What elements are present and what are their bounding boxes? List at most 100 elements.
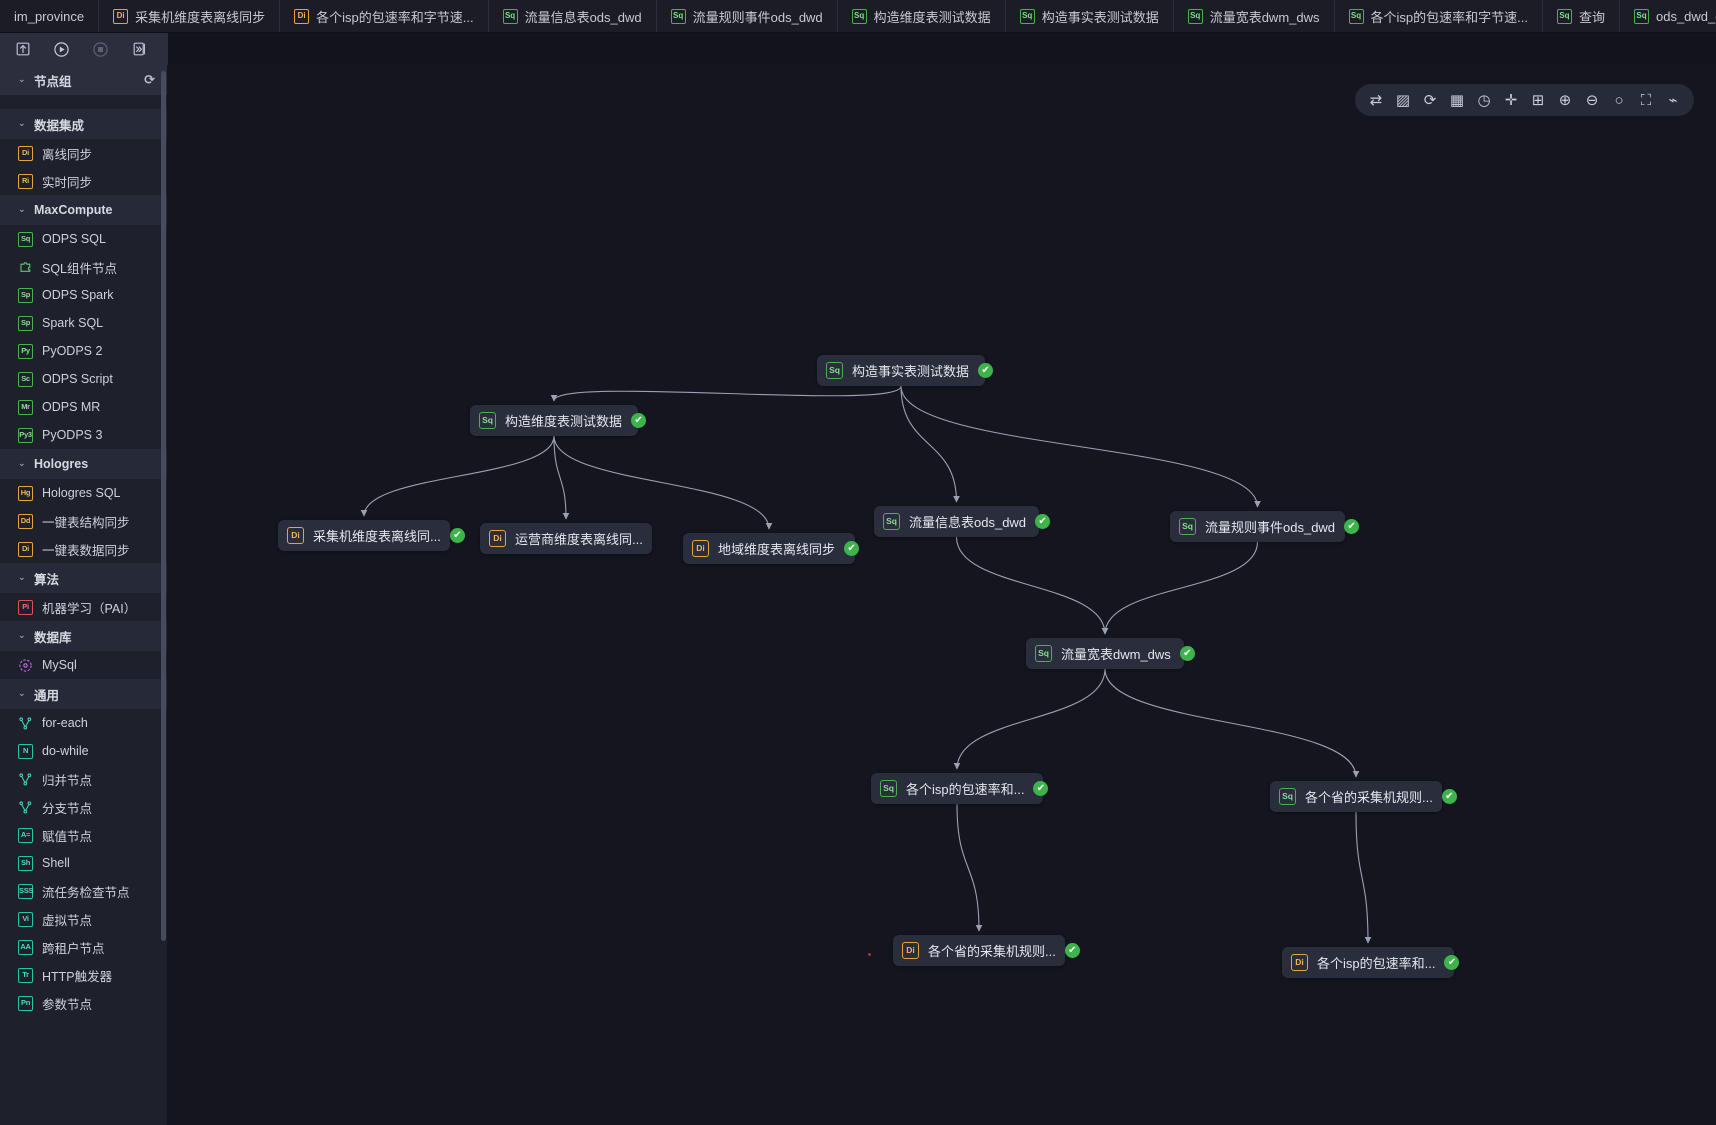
history-icon[interactable]: ◷ bbox=[1473, 89, 1495, 111]
workflow-canvas[interactable]: ⇄ ▨ ⟳ ▦ ◷ ✛ ⊞ ⊕ ⊖ ○ ⛶ ⌁ Sq 构造事实表测试数据 ✔ Sq 构造维度表测试数据 ✔ Di 采… bbox=[168, 65, 1716, 1125]
workflow-node[interactable]: Sq 流量规则事件ods_dwd ✔ bbox=[1170, 511, 1360, 542]
palette-item[interactable]: Di 离线同步 bbox=[0, 139, 167, 167]
status-badge: ✔ bbox=[1344, 519, 1360, 534]
workflow-node[interactable]: Di 地域维度表离线同步 ✔ bbox=[683, 533, 860, 564]
grid-icon[interactable]: ▦ bbox=[1446, 89, 1468, 111]
select-box-icon[interactable]: ▨ bbox=[1392, 89, 1414, 111]
fullscreen-icon[interactable]: ⛶ bbox=[1635, 89, 1657, 111]
node-type-icon: Pi bbox=[18, 599, 33, 615]
editor-tab-label: 构造事实表测试数据 bbox=[1041, 9, 1159, 25]
status-badge: ✔ bbox=[1441, 789, 1457, 804]
editor-tab[interactable]: Di 各个isp的包速率和字节速... bbox=[280, 0, 489, 32]
palette-item[interactable]: Pi 机器学习（PAI） bbox=[0, 593, 167, 621]
palette-item[interactable]: Sp Spark SQL bbox=[0, 309, 167, 337]
editor-tab[interactable]: im_province bbox=[0, 0, 100, 32]
palette-item-label: 机器学习（PAI） bbox=[42, 601, 137, 616]
editor-tab[interactable]: Sq 各个isp的包速率和字节速... bbox=[1335, 0, 1543, 32]
workflow-node[interactable]: Sq 流量信息表ods_dwd ✔ bbox=[874, 506, 1051, 537]
refresh-icon[interactable]: ⟳ bbox=[144, 72, 155, 88]
editor-tab[interactable]: Sq 流量宽表dwm_dws bbox=[1174, 0, 1335, 32]
editor-tab[interactable]: Sq 构造维度表测试数据 bbox=[838, 0, 1006, 32]
workflow-node[interactable]: Di 各个isp的包速率和... ✔ bbox=[1282, 947, 1460, 978]
palette-item[interactable]: Mr ODPS MR bbox=[0, 393, 167, 421]
fit-height-icon[interactable]: ⊞ bbox=[1527, 89, 1549, 111]
chevron-down-icon[interactable]: ⌄ bbox=[18, 118, 26, 129]
center-icon[interactable]: ✛ bbox=[1500, 89, 1522, 111]
run-steps-icon[interactable] bbox=[131, 41, 148, 58]
zoom-in-icon[interactable]: ⊕ bbox=[1554, 89, 1576, 111]
node-type-icon: Sq bbox=[851, 8, 867, 24]
palette-item[interactable]: Sq ODPS SQL bbox=[0, 225, 167, 253]
editor-tab[interactable]: Sq 流量信息表ods_dwd bbox=[489, 0, 657, 32]
workflow-node[interactable]: Sq 各个isp的包速率和... ✔ bbox=[871, 773, 1049, 804]
palette-group-header[interactable]: ⌄ 通用 bbox=[0, 679, 167, 709]
palette-group-title: 数据库 bbox=[34, 630, 72, 645]
workflow-node[interactable]: Sq 各个省的采集机规则... ✔ bbox=[1270, 781, 1457, 812]
editor-tab[interactable]: Sq 查询 bbox=[1543, 0, 1620, 32]
run-icon[interactable] bbox=[53, 41, 70, 58]
chevron-down-icon[interactable]: ⌄ bbox=[18, 688, 26, 699]
submit-icon[interactable] bbox=[14, 41, 31, 58]
chevron-down-icon[interactable]: ⌄ bbox=[18, 458, 26, 469]
palette-item[interactable]: SSS 流任务检查节点 bbox=[0, 877, 167, 905]
palette-item[interactable]: MySql bbox=[0, 651, 167, 679]
editor-tab[interactable]: Sq ods_dwd_dws_ads bbox=[1620, 0, 1716, 32]
palette-group-header[interactable]: ⌄ Hologres bbox=[0, 449, 167, 479]
swap-layout-icon[interactable]: ⇄ bbox=[1365, 89, 1387, 111]
node-type-icon: Di bbox=[1291, 954, 1308, 971]
workflow-node[interactable]: Sq 流量宽表dwm_dws ✔ bbox=[1026, 638, 1195, 669]
palette-item[interactable]: AA 跨租户节点 bbox=[0, 933, 167, 961]
palette-item[interactable]: Sh Shell bbox=[0, 849, 167, 877]
palette-item[interactable]: Tr HTTP触发器 bbox=[0, 961, 167, 989]
palette-item[interactable]: Di 一键表数据同步 bbox=[0, 535, 167, 563]
palette-item[interactable]: Ndo-while bbox=[0, 737, 167, 765]
palette-item[interactable]: Sc ODPS Script bbox=[0, 365, 167, 393]
node-type-icon: Sq bbox=[1633, 8, 1649, 24]
palette-item[interactable]: A= 赋值节点 bbox=[0, 821, 167, 849]
workflow-edge bbox=[953, 668, 1106, 770]
palette-item[interactable]: Pn 参数节点 bbox=[0, 989, 167, 1017]
node-type-icon: Di bbox=[692, 540, 709, 557]
palette-item[interactable]: Hg Hologres SQL bbox=[0, 479, 167, 507]
editor-tab[interactable]: Sq 构造事实表测试数据 bbox=[1006, 0, 1174, 32]
chevron-down-icon[interactable]: ⌄ bbox=[18, 204, 26, 215]
palette-item[interactable]: 归并节点 bbox=[0, 765, 167, 793]
node-type-icon: Mr bbox=[18, 399, 33, 415]
workflow-node-label: 各个isp的包速率和... bbox=[906, 782, 1025, 797]
workflow-node[interactable]: Di 各个省的采集机规则... ✔ bbox=[893, 935, 1080, 966]
mysql-icon bbox=[18, 658, 33, 673]
workflow-node[interactable]: Di 采集机维度表离线同... ✔ bbox=[278, 520, 465, 551]
palette-group-header[interactable]: ⌄ 数据库 bbox=[0, 621, 167, 651]
workflow-node[interactable]: Sq 构造事实表测试数据 ✔ bbox=[817, 355, 994, 386]
palette-group-header[interactable]: ⌄ MaxCompute bbox=[0, 195, 167, 225]
workflow-node[interactable]: Di 运营商维度表离线同... bbox=[480, 523, 652, 554]
reset-zoom-icon[interactable]: ○ bbox=[1608, 89, 1630, 111]
editor-tab[interactable]: Sq 流量规则事件ods_dwd bbox=[657, 0, 838, 32]
zoom-out-icon[interactable]: ⊖ bbox=[1581, 89, 1603, 111]
sidebar-scrollbar[interactable] bbox=[161, 71, 166, 941]
hide-edges-icon[interactable]: ⌁ bbox=[1662, 89, 1684, 111]
palette-item[interactable]: Py PyODPS 2 bbox=[0, 337, 167, 365]
node-type-icon: Sq bbox=[502, 8, 518, 24]
node-type-icon: Sq bbox=[1179, 518, 1196, 535]
palette-item[interactable]: Py3 PyODPS 3 bbox=[0, 421, 167, 449]
palette-item[interactable]: Vi 虚拟节点 bbox=[0, 905, 167, 933]
palette-item[interactable]: 分支节点 bbox=[0, 793, 167, 821]
editor-tab[interactable]: Di 采集机维度表离线同步 bbox=[99, 0, 281, 32]
node-palette-sidebar[interactable]: ⌄ 节点组 ⟳ ⌄ 数据集成 Di 离线同步 Ri 实时同步 ⌄ MaxCompute Sq OD… bbox=[0, 65, 168, 1125]
palette-item[interactable]: SQL组件节点 bbox=[0, 253, 167, 281]
refresh-icon[interactable]: ⟳ bbox=[1419, 89, 1441, 111]
chevron-down-icon[interactable]: ⌄ bbox=[18, 572, 26, 583]
chevron-down-icon[interactable]: ⌄ bbox=[18, 74, 26, 85]
palette-group-header[interactable]: ⌄ 算法 bbox=[0, 563, 167, 593]
palette-item[interactable]: Dd 一键表结构同步 bbox=[0, 507, 167, 535]
palette-item[interactable]: for-each bbox=[0, 709, 167, 737]
palette-group-header[interactable]: ⌄ 数据集成 bbox=[0, 109, 167, 139]
editor-tab-label: 查询 bbox=[1578, 9, 1605, 25]
palette-header[interactable]: ⌄ 节点组 ⟳ bbox=[0, 65, 167, 95]
workflow-node[interactable]: Sq 构造维度表测试数据 ✔ bbox=[470, 405, 647, 436]
palette-item[interactable]: Ri 实时同步 bbox=[0, 167, 167, 195]
palette-item[interactable]: Sp ODPS Spark bbox=[0, 281, 167, 309]
chevron-down-icon[interactable]: ⌄ bbox=[18, 630, 26, 641]
editor-tab-label: 各个isp的包速率和字节速... bbox=[1370, 9, 1528, 25]
